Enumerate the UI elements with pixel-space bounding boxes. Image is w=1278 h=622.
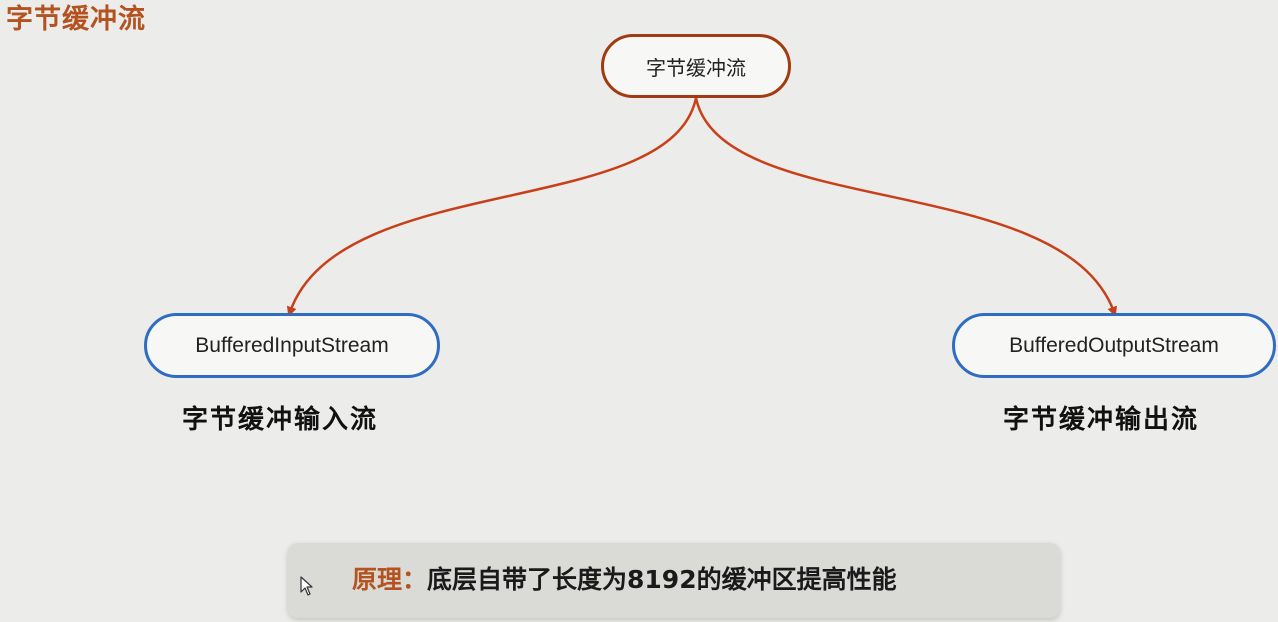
principle-note: 原理：底层自带了长度为8192的缓冲区提高性能 — [288, 543, 1060, 618]
buffered-input-stream-node: BufferedInputStream — [144, 313, 440, 378]
principle-label: 原理： — [352, 565, 428, 594]
connector-to-output-stream — [694, 97, 1117, 317]
principle-body: 底层自带了长度为8192的缓冲区提高性能 — [427, 565, 897, 594]
root-node: 字节缓冲流 — [601, 34, 791, 98]
buffered-output-stream-node: BufferedOutputStream — [952, 313, 1276, 378]
mouse-pointer-icon — [300, 576, 313, 596]
connector-to-input-stream — [286, 97, 698, 317]
output-stream-caption: 字节缓冲输出流 — [1003, 405, 1200, 435]
input-stream-caption: 字节缓冲输入流 — [182, 405, 379, 435]
principle-text: 原理：底层自带了长度为8192的缓冲区提高性能 — [352, 563, 897, 597]
